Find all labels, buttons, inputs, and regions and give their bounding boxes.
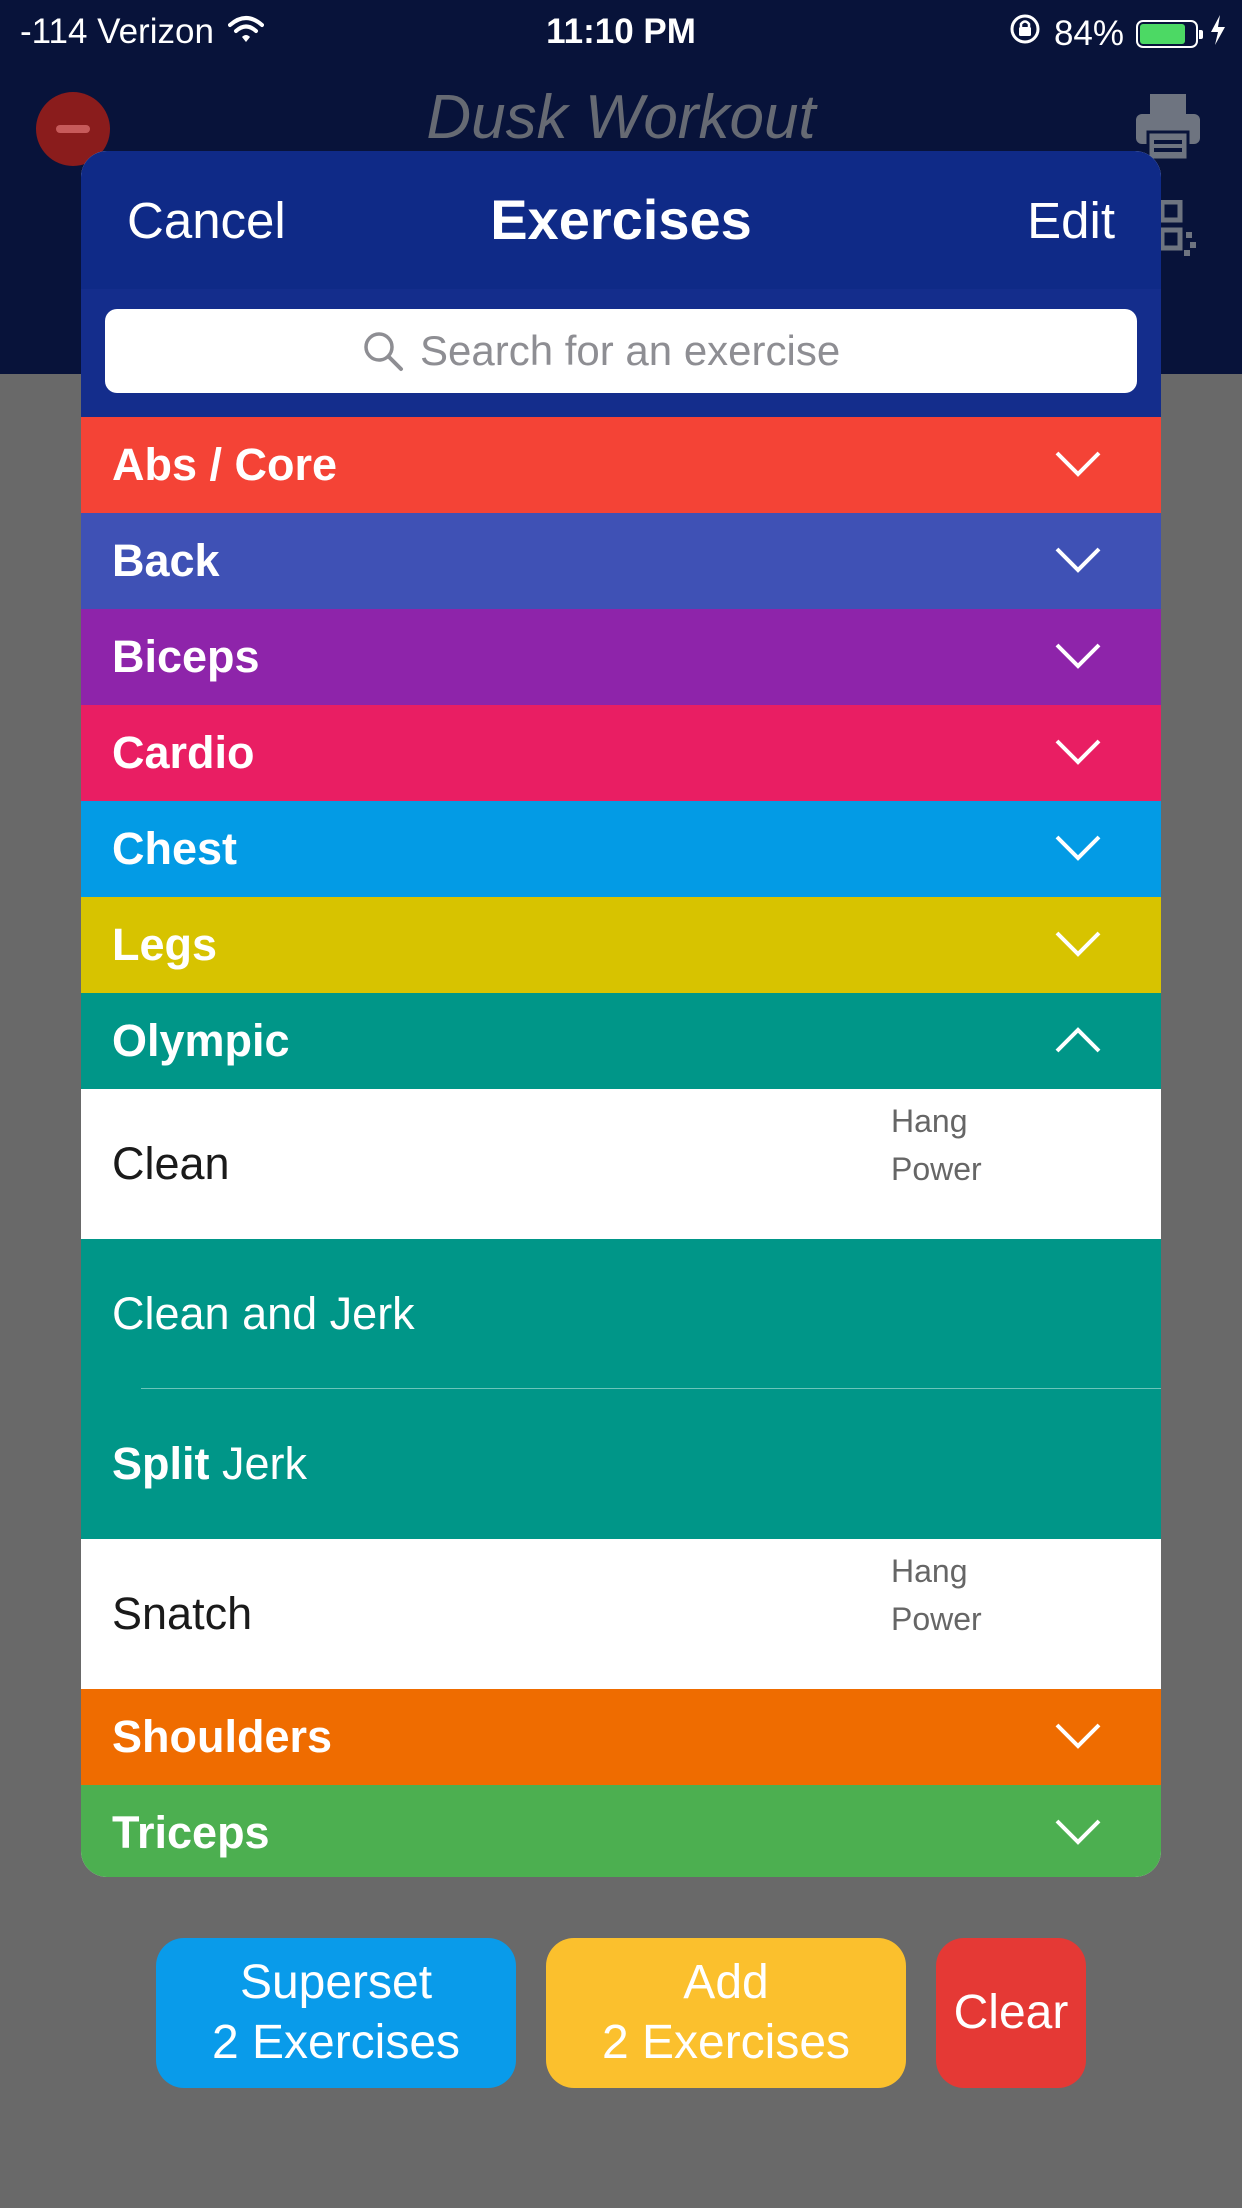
chevron-down-icon	[1055, 739, 1101, 765]
category-chest[interactable]: Chest	[81, 801, 1161, 897]
category-biceps[interactable]: Biceps	[81, 609, 1161, 705]
charging-icon	[1210, 14, 1226, 54]
category-label: Back	[112, 535, 220, 586]
search-box[interactable]	[105, 309, 1137, 393]
category-olympic[interactable]: Olympic	[81, 993, 1161, 1089]
battery-percent: 84%	[1053, 13, 1124, 53]
battery-level	[1140, 23, 1185, 44]
status-right: 84%	[1008, 12, 1226, 55]
exercise-row-clean-and-jerk[interactable]: Clean and Jerk	[81, 1239, 1161, 1389]
orientation-lock-icon	[1008, 12, 1042, 55]
category-label: Chest	[112, 823, 238, 874]
exercise-category-list: Abs / Core Back Biceps Cardio Chest Legs…	[81, 417, 1161, 1877]
category-label: Abs / Core	[112, 439, 338, 490]
category-triceps[interactable]: Triceps	[81, 1785, 1161, 1877]
variant-label: Hang	[891, 1553, 968, 1589]
qr-code-icon[interactable]	[1159, 199, 1200, 260]
modal-nav-bar: Cancel Exercises Edit	[81, 151, 1161, 289]
category-legs[interactable]: Legs	[81, 897, 1161, 993]
variant-label: Power	[891, 1151, 982, 1187]
exercise-name: Clean	[112, 1138, 230, 1189]
chevron-down-icon	[1055, 835, 1101, 861]
category-label: Biceps	[112, 631, 260, 682]
category-label: Shoulders	[112, 1711, 333, 1762]
variant-label: Power	[891, 1601, 982, 1637]
chevron-down-icon	[1055, 931, 1101, 957]
search-input[interactable]	[420, 327, 880, 375]
exercise-row-split-jerk[interactable]: Split Jerk	[81, 1389, 1161, 1539]
exercise-variants: Hang Power	[891, 1097, 982, 1193]
search-icon	[362, 330, 404, 372]
chevron-down-icon	[1055, 451, 1101, 477]
category-label: Cardio	[112, 727, 255, 778]
superset-button-label: Superset	[239, 1956, 433, 2009]
chevron-up-icon	[1055, 1027, 1101, 1053]
exercise-name-rest: Jerk	[209, 1438, 308, 1489]
add-exercises-button[interactable]: Add 2 Exercises	[546, 1938, 906, 2088]
superset-button[interactable]: Superset 2 Exercises	[156, 1938, 516, 2088]
status-bar: -114 Verizon 11:10 PM 84%	[0, 0, 1242, 62]
background-title: Dusk Workout	[426, 83, 816, 152]
category-label: Triceps	[112, 1807, 270, 1858]
exercise-name: Clean and Jerk	[112, 1288, 415, 1339]
category-label: Olympic	[112, 1015, 290, 1066]
chevron-down-icon	[1055, 643, 1101, 669]
category-back[interactable]: Back	[81, 513, 1161, 609]
category-shoulders[interactable]: Shoulders	[81, 1689, 1161, 1785]
modal-title: Exercises	[490, 188, 752, 251]
add-button-count: 2 Exercises	[601, 2016, 851, 2069]
exercise-variants: Hang Power	[891, 1547, 982, 1643]
search-bar	[81, 289, 1161, 417]
chevron-down-icon	[1055, 1723, 1101, 1749]
battery-icon	[1136, 19, 1203, 48]
chevron-down-icon	[1055, 547, 1101, 573]
exercise-row-snatch[interactable]: Snatch Hang Power	[81, 1539, 1161, 1689]
clear-button[interactable]: Clear	[936, 1938, 1086, 2088]
exercise-variant-bold: Split	[112, 1438, 210, 1489]
edit-button[interactable]: Edit	[1027, 191, 1115, 250]
exercises-modal: Cancel Exercises Edit Abs / Core Back	[81, 151, 1161, 1877]
category-abs-core[interactable]: Abs / Core	[81, 417, 1161, 513]
add-button-label: Add	[683, 1956, 769, 2009]
category-cardio[interactable]: Cardio	[81, 705, 1161, 801]
variant-label: Hang	[891, 1103, 968, 1139]
superset-button-count: 2 Exercises	[211, 2016, 461, 2069]
chevron-down-icon	[1055, 1819, 1101, 1845]
category-label: Legs	[112, 919, 218, 970]
exercise-name: Split Jerk	[112, 1438, 307, 1490]
exercise-name: Snatch	[112, 1588, 253, 1639]
exercise-row-clean[interactable]: Clean Hang Power	[81, 1089, 1161, 1239]
